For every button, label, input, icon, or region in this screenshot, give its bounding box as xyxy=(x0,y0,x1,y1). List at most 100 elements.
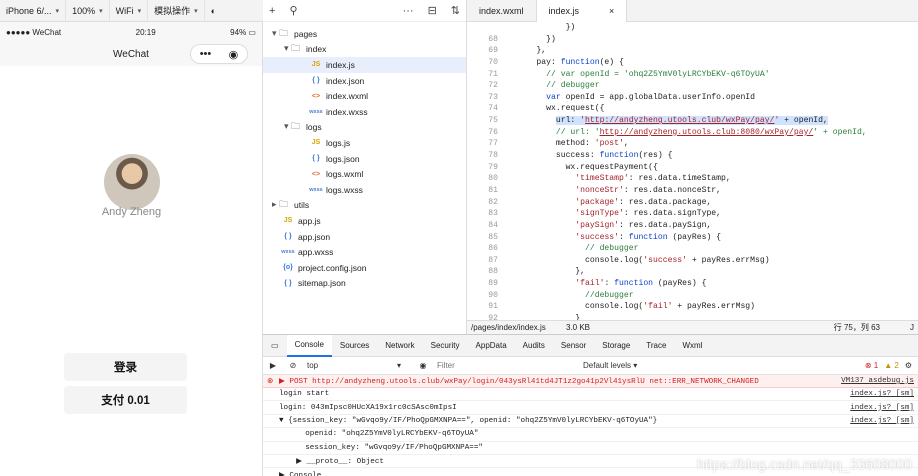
pay-button[interactable]: 支付 0.01 xyxy=(64,386,187,414)
tab-sensor[interactable]: Sensor xyxy=(553,335,594,357)
line-number: 76 xyxy=(488,127,498,137)
console-source-link[interactable]: index.js? [sm] xyxy=(850,417,914,425)
avatar xyxy=(104,154,160,210)
eye-icon[interactable]: ◉ xyxy=(413,361,433,370)
tree-item-label: app.js xyxy=(298,215,321,226)
tree-item-index[interactable]: ▾ 🗀 index xyxy=(263,42,466,58)
tree-item-logs-js[interactable]: JS logs.js xyxy=(263,135,466,151)
tree-item-index-json[interactable]: { } index.json xyxy=(263,73,466,89)
simulator-toolbar: iPhone 6/... ▾ 100% ▾ WiFi ▾ 模拟操作 ▾ ◐ xyxy=(0,0,263,22)
line-text: var openId = app.globalData.userInfo.ope… xyxy=(546,92,756,102)
tab-wxml[interactable]: Wxml xyxy=(674,335,710,357)
console-source-link[interactable]: VM137 asdebug.js xyxy=(841,377,914,385)
error-count-badge[interactable]: ⊗ 1 xyxy=(865,361,878,370)
line-text: // url: 'http://andyzheng.utools.club:80… xyxy=(555,127,867,137)
device-select[interactable]: iPhone 6/... ▾ xyxy=(0,0,67,22)
split-icon[interactable]: ⇅ xyxy=(451,4,460,17)
tree-item-index-wxss[interactable]: wxss index.wxss xyxy=(263,104,466,120)
file-wxss-icon: wxss xyxy=(309,186,323,193)
settings-icon[interactable]: ⚙ xyxy=(905,361,912,370)
console-message: session_key: "wGvqo9y/IF/PhoQpGMXNPA==" xyxy=(287,443,483,452)
tab-security[interactable]: Security xyxy=(423,335,468,357)
zoom-label: 100% xyxy=(72,5,96,16)
tab-sources[interactable]: Sources xyxy=(332,335,377,357)
close-icon[interactable]: × xyxy=(609,6,614,16)
console-row[interactable]: login start index.js? [sm] xyxy=(263,388,918,402)
code-line: 74 wx.request({ xyxy=(467,103,918,115)
tree-item-index-js[interactable]: JS index.js xyxy=(263,57,466,73)
zoom-select[interactable]: 100% ▾ xyxy=(66,0,110,22)
file-json-icon: { } xyxy=(312,155,320,163)
tree-item-app-json[interactable]: { } app.json xyxy=(263,229,466,245)
tree-item-logs-wxss[interactable]: wxss logs.wxss xyxy=(263,182,466,198)
line-text: wx.request({ xyxy=(517,104,605,114)
tab-trace[interactable]: Trace xyxy=(638,335,674,357)
tree-item-pages[interactable]: ▾ 🗀 pages xyxy=(263,26,466,42)
chevron-down-icon: ▾ xyxy=(396,361,401,370)
line-number: 91 xyxy=(488,302,498,312)
console-row[interactable]: ▼ {session_key: "wGvqo9y/IF/PhoQpGMXNPA=… xyxy=(263,415,918,429)
code-line: 69 }, xyxy=(467,45,918,57)
add-icon[interactable]: + xyxy=(269,5,275,17)
devtools-tabs: ▭ Console Sources Network Security AppData Au… xyxy=(263,334,918,357)
tree-item-logs[interactable]: ▾ 🗀 logs xyxy=(263,120,466,136)
tree-item-sitemap-json[interactable]: { } sitemap.json xyxy=(263,276,466,292)
devtools-window: iPhone 6/... ▾ 100% ▾ WiFi ▾ 模拟操作 ▾ ◐ ●●●●● … xyxy=(0,0,918,476)
line-text: 'package': res.data.package, xyxy=(575,197,712,207)
login-button[interactable]: 登录 xyxy=(64,353,187,381)
line-number: 82 xyxy=(488,197,498,207)
line-text: 'timeStamp': res.data.timeStamp, xyxy=(575,174,731,184)
collapse-icon[interactable]: ⊟ xyxy=(428,4,437,17)
dock-icon[interactable]: ▭ xyxy=(263,335,287,357)
console-message: login start xyxy=(279,390,330,399)
more-icon[interactable]: ··· xyxy=(403,5,414,17)
context-select[interactable]: top ▾ xyxy=(303,361,413,370)
tree-item-utils[interactable]: ▸ 🗀 utils xyxy=(263,198,466,214)
line-text: }) xyxy=(517,34,556,44)
tree-item-app-js[interactable]: JS app.js xyxy=(263,213,466,229)
tree-item-label: logs xyxy=(306,122,322,133)
folder-icon: ▸ 🗀 xyxy=(271,199,289,210)
console-source-link[interactable]: index.js? [sm] xyxy=(850,390,914,398)
line-number: 77 xyxy=(488,139,498,149)
tree-item-project-config-json[interactable]: {o} project.config.json xyxy=(263,260,466,276)
tab-network[interactable]: Network xyxy=(377,335,422,357)
line-text: console.log('fail' + payRes.errMsg) xyxy=(517,302,756,312)
tab-appdata[interactable]: AppData xyxy=(468,335,515,357)
capsule-menu: ••• ◉ xyxy=(190,44,248,64)
tree-item-index-wxml[interactable]: <> index.wxml xyxy=(263,88,466,104)
rotate-icon[interactable]: ◐ xyxy=(205,0,222,22)
network-select[interactable]: WiFi ▾ xyxy=(110,0,149,22)
console-row[interactable]: login: 043mIpsc0HUcXA19x1rc0cSAsc0mIpsI i… xyxy=(263,401,918,415)
editor-tabs: index.wxml index.js × xyxy=(467,0,918,22)
line-number: 84 xyxy=(488,220,498,230)
console-error-row[interactable]: ⊗ ▶ POST http://andyzheng.utools.club/wx… xyxy=(263,375,918,388)
tree-item-label: logs.wxss xyxy=(326,184,363,195)
more-icon[interactable]: ••• xyxy=(200,48,212,60)
tab-index-wxml[interactable]: index.wxml xyxy=(467,0,537,22)
tab-index-js[interactable]: index.js × xyxy=(536,0,628,22)
tree-item-logs-json[interactable]: { } logs.json xyxy=(263,151,466,167)
sidebar-toggle-icon[interactable]: ▶ xyxy=(263,361,283,370)
tree-item-app-wxss[interactable]: wxss app.wxss xyxy=(263,244,466,260)
search-icon[interactable]: ⚲ xyxy=(289,4,297,17)
console-row[interactable]: openid: "ohq2Z5YmV0lyLRCYbEKV-q6TOyUA" xyxy=(263,428,918,442)
console-message: ▶ __proto__: Object xyxy=(287,458,384,467)
warning-count-badge[interactable]: ▲ 2 xyxy=(884,361,899,370)
code-line: 88 }, xyxy=(467,266,918,278)
console-source-link[interactable]: index.js? [sm] xyxy=(850,404,914,412)
code-line: 77 method: 'post', xyxy=(467,138,918,150)
tree-item-logs-wxml[interactable]: <> logs.wxml xyxy=(263,166,466,182)
close-circle-icon[interactable]: ◉ xyxy=(229,48,239,61)
watermark: https://blog.csdn.net/qq_33608000 xyxy=(697,456,912,472)
clear-console-icon[interactable]: ⊘ xyxy=(283,361,303,370)
tab-audits[interactable]: Audits xyxy=(515,335,553,357)
tab-storage[interactable]: Storage xyxy=(594,335,638,357)
mode-select[interactable]: 模拟操作 ▾ xyxy=(148,0,205,22)
console-row[interactable]: session_key: "wGvqo9y/IF/PhoQpGMXNPA==" xyxy=(263,442,918,455)
tab-console[interactable]: Console xyxy=(286,334,332,357)
code-editor[interactable]: }) 68 }) 69 }, 70 pay: function(e) {71 // v… xyxy=(467,22,918,320)
line-number: 81 xyxy=(488,185,498,195)
log-levels-select[interactable]: Default levels ▾ xyxy=(583,361,637,370)
console-filter-input[interactable] xyxy=(433,358,583,373)
